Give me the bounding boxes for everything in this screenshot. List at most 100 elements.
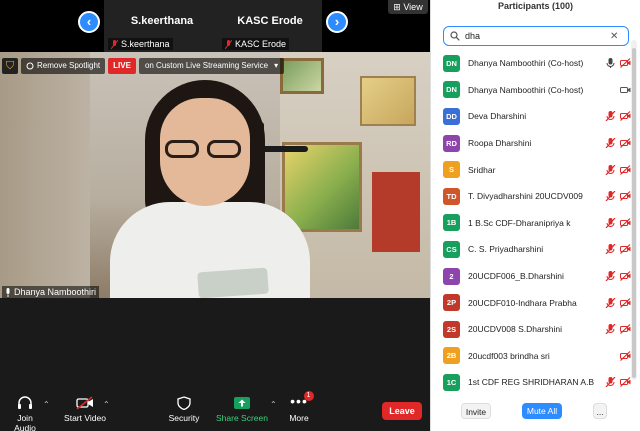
more-options-button[interactable]: ... [593, 403, 607, 419]
avatar: DN [443, 81, 460, 99]
spotlight-video [0, 52, 430, 298]
live-stream-dropdown[interactable]: on Custom Live Streaming Service ▾ [138, 58, 285, 74]
video-camera-off-icon[interactable] [620, 271, 631, 281]
avatar: 2P [443, 294, 460, 312]
video-camera-off-icon[interactable] [620, 191, 631, 202]
chevron-up-icon[interactable]: ⌃ [270, 400, 277, 409]
mic-muted-icon[interactable] [605, 271, 616, 282]
video-off-icon [76, 396, 93, 410]
mic-muted-icon[interactable] [605, 138, 616, 149]
tile-label: S.keerthana [108, 38, 173, 50]
join-audio-label: Join Audio [14, 413, 36, 431]
tile-label: KASC Erode [222, 38, 290, 50]
video-camera-off-icon[interactable] [620, 138, 631, 149]
mic-muted-icon[interactable] [605, 111, 616, 122]
chevron-left-icon[interactable]: ‹ [78, 11, 100, 33]
security-button[interactable]: Security [166, 396, 202, 423]
mic-on-icon[interactable] [605, 58, 616, 69]
participant-row[interactable]: 1C 1st CDF REG SHRIDHARAN A.B [443, 369, 631, 396]
mic-muted-icon[interactable] [605, 164, 616, 175]
more-button[interactable]: ••• 1 More [286, 391, 314, 423]
start-video-button[interactable]: Start Video [64, 396, 106, 423]
participant-status-icons [620, 350, 631, 361]
video-camera-off-icon[interactable] [620, 58, 631, 69]
red-board [372, 172, 420, 252]
chevron-up-icon[interactable]: ⌃ [103, 400, 110, 409]
scrollbar-thumb[interactable] [632, 48, 636, 378]
video-tile-kasc-erode[interactable]: KASC Erode KASC Erode [218, 0, 322, 52]
shield-icon [177, 396, 191, 410]
participant-row[interactable]: 2 20UCDF006_B.Dharshini [443, 263, 631, 290]
mic-muted-icon[interactable] [605, 324, 616, 335]
video-camera-off-icon[interactable] [620, 350, 631, 361]
shield-icon[interactable]: ⛉ [2, 58, 18, 74]
search-input[interactable] [465, 31, 605, 41]
participant-row[interactable]: TD T. Divyadharshini 20UCDV009 [443, 183, 631, 210]
participant-status-icons [605, 191, 631, 202]
mic-on-icon [6, 287, 10, 297]
leave-button[interactable]: Leave [382, 402, 422, 420]
join-audio-button[interactable]: Join Audio [6, 396, 44, 431]
participant-row[interactable]: 2B 20ucdf003 brindha sri [443, 343, 631, 370]
mic-muted-icon[interactable] [605, 217, 616, 228]
invite-button[interactable]: Invite [461, 403, 491, 419]
participant-status-icons [605, 244, 631, 255]
chevron-right-icon[interactable]: › [326, 11, 348, 33]
tile-label-text: S.keerthana [121, 39, 170, 49]
participant-name: Deva Dharshini [468, 111, 527, 122]
remove-spotlight-button[interactable]: Remove Spotlight [21, 58, 106, 74]
participant-status-icons [605, 297, 631, 308]
participant-status-icons [605, 324, 631, 335]
person-glasses [165, 140, 245, 158]
avatar: 2S [443, 320, 460, 338]
participant-row[interactable]: DN Dhanya Namboothiri (Co-host) [443, 50, 631, 77]
zoom-meeting-window: ‹ S.keerthana S.keerthana KASC Erode KAS… [0, 0, 640, 431]
mute-all-button[interactable]: Mute All [522, 403, 562, 419]
speaker-name-text: Dhanya Namboothiri [14, 287, 97, 297]
participant-status-icons [605, 111, 631, 122]
chevron-down-icon: ▾ [274, 61, 279, 70]
video-camera-off-icon[interactable] [620, 164, 631, 175]
participant-name: 20UCDF010-Indhara Prabha [468, 297, 577, 308]
avatar: 2 [443, 267, 460, 285]
participant-row[interactable]: 2S 20UCDV008 S.Dharshini [443, 316, 631, 343]
mic-muted-icon[interactable] [605, 244, 616, 255]
security-label: Security [168, 413, 200, 423]
mic-muted-icon[interactable] [605, 297, 616, 308]
tile-label-text: KASC Erode [235, 39, 287, 49]
participant-status-icons [605, 164, 631, 175]
participant-row[interactable]: 1B 1 B.Sc CDF-Dharanipriya k [443, 210, 631, 237]
notification-badge: 1 [304, 391, 314, 401]
video-camera-off-icon[interactable] [620, 111, 631, 122]
participant-row[interactable]: 2P 20UCDF010-Indhara Prabha [443, 289, 631, 316]
mic-muted-icon[interactable] [605, 191, 616, 202]
participant-row[interactable]: S Sridhar [443, 156, 631, 183]
mic-muted-icon[interactable] [605, 377, 616, 388]
participant-search[interactable]: ✕ [443, 26, 629, 46]
participant-name: Sridhar [468, 164, 496, 175]
video-camera-off-icon[interactable] [620, 297, 631, 308]
share-screen-button[interactable]: Share Screen [216, 396, 268, 423]
participant-row[interactable]: DN Dhanya Namboothiri (Co-host) [443, 77, 631, 104]
video-camera-off-icon[interactable] [620, 377, 631, 388]
participant-name: 20ucdf003 brindha sri [468, 350, 550, 361]
participant-row[interactable]: DD Deva Dharshini [443, 103, 631, 130]
painting [360, 76, 416, 126]
more-label: More [289, 413, 309, 423]
view-button[interactable]: ⊞ View [388, 0, 428, 14]
video-tile-skeerthana[interactable]: S.keerthana S.keerthana [104, 0, 220, 52]
live-badge[interactable]: LIVE [108, 58, 136, 74]
participants-panel: Participants (100) ✕ DN Dhanya Namboothir… [430, 0, 640, 431]
remove-spotlight-label: Remove Spotlight [37, 61, 101, 70]
participant-status-icons [605, 217, 631, 228]
phone-stand-arm [258, 146, 308, 152]
video-camera-off-icon[interactable] [620, 217, 631, 228]
close-icon[interactable]: ✕ [610, 31, 618, 42]
video-camera-icon[interactable] [620, 85, 631, 95]
participant-row[interactable]: RD Roopa Dharshini [443, 130, 631, 157]
participant-row[interactable]: CS C. S. Priyadharshini [443, 236, 631, 263]
participant-name: Dhanya Namboothiri (Co-host) [468, 84, 584, 95]
chevron-up-icon[interactable]: ⌃ [43, 400, 50, 409]
video-camera-off-icon[interactable] [620, 324, 631, 335]
video-camera-off-icon[interactable] [620, 244, 631, 255]
